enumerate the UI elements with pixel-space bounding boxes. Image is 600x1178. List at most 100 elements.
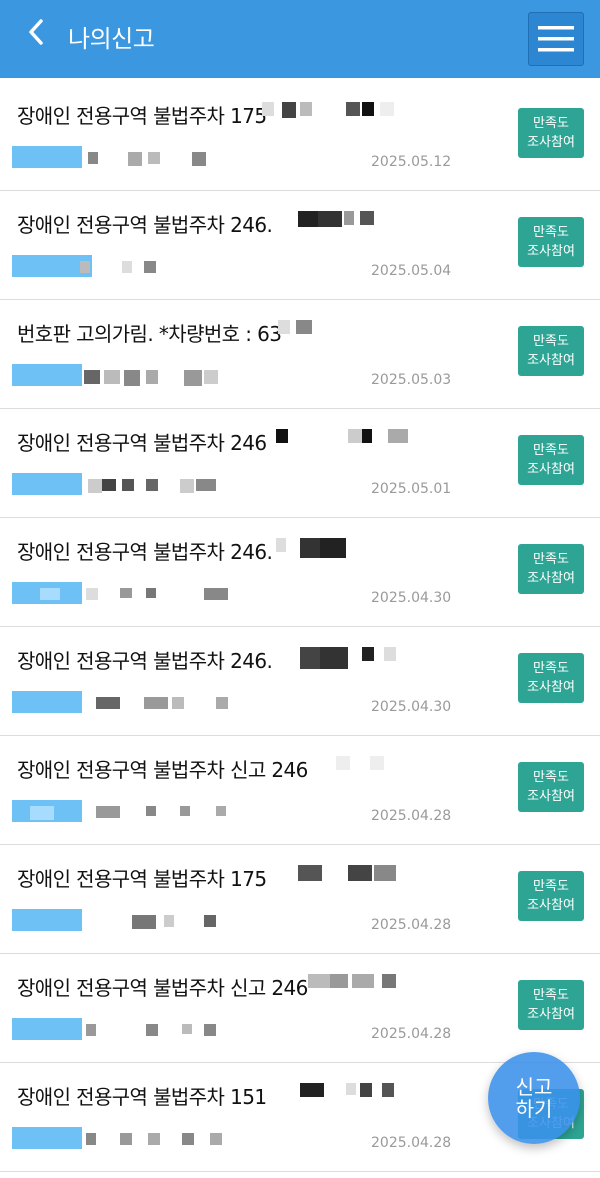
report-date: 2025.04.28 xyxy=(371,808,452,824)
redaction-pixel xyxy=(382,1083,394,1097)
redaction-pixel xyxy=(204,915,216,927)
redaction-pixel xyxy=(86,1024,96,1036)
report-list-item[interactable]: 장애인 전용구역 불법주차 175 2025.05.12 만족도 조사참여 xyxy=(0,82,600,191)
redaction-pixel xyxy=(300,1083,324,1097)
report-title: 장애인 전용구역 불법주차 175 xyxy=(17,867,267,891)
redaction-pixel xyxy=(196,479,216,491)
report-list-item[interactable]: 장애인 전용구역 불법주차 신고 246 2025.04.28 만족도 조사참여 xyxy=(0,736,600,845)
report-date: 2025.04.28 xyxy=(371,1026,452,1042)
survey-participate-button[interactable]: 만족도조사참여 xyxy=(518,762,584,812)
redaction-pixel xyxy=(204,370,218,384)
redaction-pixel xyxy=(184,370,202,386)
report-date: 2025.05.01 xyxy=(371,481,452,497)
redaction-pixel xyxy=(144,261,156,273)
report-title: 장애인 전용구역 불법주차 신고 246 xyxy=(17,758,308,782)
redaction-pixel xyxy=(278,320,290,334)
survey-participate-button[interactable]: 만족도조사참여 xyxy=(518,544,584,594)
report-date: 2025.05.12 xyxy=(371,154,452,170)
redaction-pixel xyxy=(362,647,374,661)
survey-label-line1: 만족도 xyxy=(533,443,569,458)
page-title: 나의신고 xyxy=(68,25,155,53)
redaction-pixel xyxy=(192,152,206,166)
redacted-location xyxy=(12,146,82,168)
redaction-pixel xyxy=(216,806,226,816)
report-list-item[interactable]: 장애인 전용구역 불법주차 175 2025.04.28 만족도 조사참여 xyxy=(0,845,600,954)
redaction-pixel xyxy=(148,1133,160,1145)
redaction-pixel xyxy=(344,211,354,225)
report-fab-button[interactable]: 신고 하기 xyxy=(488,1052,580,1144)
redaction-pixel xyxy=(388,429,408,443)
report-list-item[interactable]: 장애인 전용구역 불법주차 246. 2025.05.04 만족도 조사참여 xyxy=(0,191,600,300)
survey-participate-button[interactable]: 만족도조사참여 xyxy=(518,653,584,703)
survey-participate-button[interactable]: 만족도조사참여 xyxy=(518,326,584,376)
redaction-pixel xyxy=(346,1083,356,1095)
redaction-pixel xyxy=(300,647,320,669)
back-button[interactable] xyxy=(22,18,50,46)
redaction-pixel xyxy=(148,152,160,164)
survey-label-line1: 만족도 xyxy=(533,552,569,567)
survey-participate-button[interactable]: 만족도조사참여 xyxy=(518,435,584,485)
survey-label-line2: 조사참여 xyxy=(527,353,575,368)
redaction-pixel xyxy=(360,211,374,225)
survey-label-line2: 조사참여 xyxy=(527,244,575,259)
fab-label-line2: 하기 xyxy=(515,1097,553,1121)
survey-label-line2: 조사참여 xyxy=(527,462,575,477)
redaction-pixel xyxy=(180,806,190,816)
redaction-pixel xyxy=(120,1133,132,1145)
redaction-pixel xyxy=(146,1024,158,1036)
redaction-pixel xyxy=(124,370,140,386)
redaction-pixel xyxy=(204,588,228,600)
redaction-pixel xyxy=(330,974,348,988)
redaction-pixel xyxy=(96,806,120,818)
hamburger-menu-icon xyxy=(538,26,574,52)
report-list-item[interactable]: 장애인 전용구역 불법주차 246. 2025.04.30 만족도 조사참여 xyxy=(0,518,600,627)
redaction-pixel xyxy=(320,647,348,669)
redacted-location xyxy=(12,473,82,495)
report-title: 장애인 전용구역 불법주차 246 xyxy=(17,431,267,455)
redaction-pixel xyxy=(318,211,342,227)
redaction-pixel xyxy=(180,479,194,493)
menu-button[interactable] xyxy=(528,12,584,66)
survey-participate-button[interactable]: 만족도조사참여 xyxy=(518,217,584,267)
report-date: 2025.05.04 xyxy=(371,263,452,279)
survey-label-line1: 만족도 xyxy=(533,116,569,131)
report-list-item[interactable]: 장애인 전용구역 불법주차 신고 246 2025.04.28 만족도 조사참여 xyxy=(0,954,600,1063)
redaction-pixel xyxy=(348,865,372,881)
survey-label-line2: 조사참여 xyxy=(527,571,575,586)
redaction-pixel xyxy=(164,915,174,927)
redacted-location xyxy=(12,909,82,931)
report-list-item[interactable]: 장애인 전용구역 불법주차 246 2025.05.01 만족도조사참여 xyxy=(0,409,600,518)
survey-label-line1: 만족도 xyxy=(533,879,569,894)
survey-label-line1: 만족도 xyxy=(533,661,569,676)
redaction-pixel xyxy=(282,102,296,118)
survey-label-line2: 조사참여 xyxy=(527,898,575,913)
redaction-pixel xyxy=(300,102,312,116)
survey-label-line2: 조사참여 xyxy=(527,1007,575,1022)
redaction-pixel xyxy=(210,1133,222,1145)
redacted-location xyxy=(12,364,82,386)
redaction-pixel xyxy=(382,974,396,988)
survey-participate-button[interactable]: 만족도조사참여 xyxy=(518,108,584,158)
survey-participate-button[interactable]: 만족도조사참여 xyxy=(518,871,584,921)
redaction-pixel xyxy=(182,1133,194,1145)
report-list: 장애인 전용구역 불법주차 175 2025.05.12 만족도 조사참여 장애인 전용… xyxy=(0,82,600,1172)
report-title: 장애인 전용구역 불법주차 246. xyxy=(17,540,273,564)
redaction-pixel xyxy=(120,588,132,598)
redaction-pixel xyxy=(30,806,54,820)
redaction-pixel xyxy=(144,697,168,709)
survey-label-line2: 조사참여 xyxy=(527,789,575,804)
report-title: 장애인 전용구역 불법주차 246. xyxy=(17,213,273,237)
redaction-pixel xyxy=(122,261,132,273)
report-date: 2025.05.03 xyxy=(371,372,452,388)
redaction-pixel xyxy=(86,588,98,600)
survey-participate-button[interactable]: 만족도조사참여 xyxy=(518,980,584,1030)
redaction-pixel xyxy=(88,479,102,493)
report-list-item[interactable]: 번호판 고의가림. *차량번호 : 63 2025.05.03 만족도 조사참여 xyxy=(0,300,600,409)
redaction-pixel xyxy=(86,1133,96,1145)
redaction-pixel xyxy=(336,756,350,770)
report-list-item[interactable]: 장애인 전용구역 불법주차 246. 2025.04.30 만족도 조사참여 xyxy=(0,627,600,736)
survey-label-line1: 만족도 xyxy=(533,988,569,1003)
redacted-location xyxy=(12,1018,82,1040)
redaction-pixel xyxy=(346,102,360,116)
redaction-pixel xyxy=(146,588,156,598)
